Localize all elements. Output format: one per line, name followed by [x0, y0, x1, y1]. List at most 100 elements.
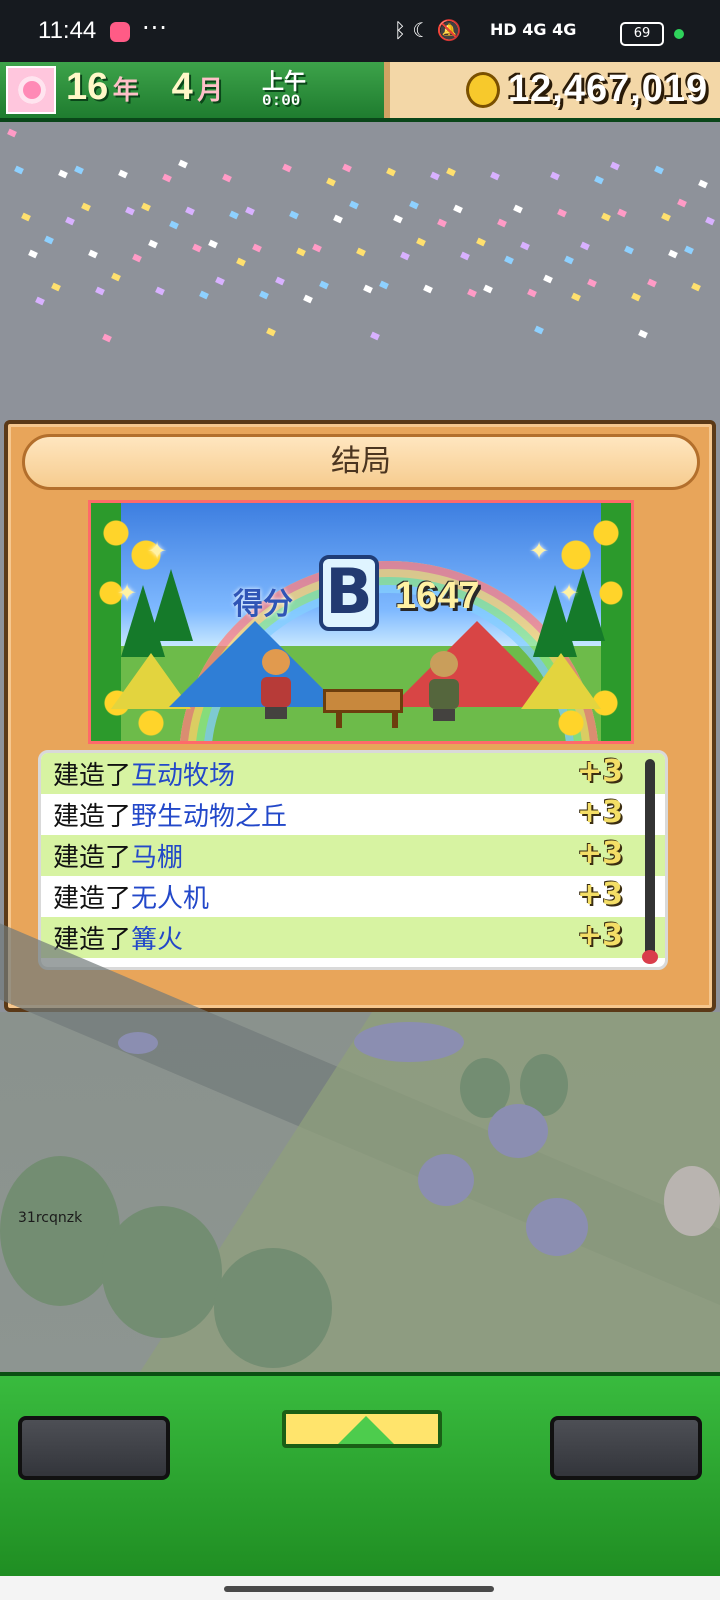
- year-unit: 年: [112, 75, 139, 105]
- picnic-table: [323, 689, 403, 728]
- confetti-piece: [148, 239, 158, 249]
- gesture-bar: [0, 1576, 720, 1600]
- confetti-piece: [430, 171, 440, 181]
- confetti-piece: [504, 255, 514, 265]
- money-amount: 12,467,019: [508, 68, 709, 110]
- confetti-piece: [564, 255, 574, 265]
- system-icons: ᛒ ☾ 🔕: [394, 18, 462, 42]
- confetti-piece: [155, 286, 165, 296]
- confetti-piece: [446, 167, 456, 177]
- list-item: 建造了 篝火 +3: [41, 917, 665, 958]
- confetti-piece: [483, 284, 493, 294]
- grade-badge: B: [319, 555, 379, 631]
- confetti-piece: [497, 218, 507, 228]
- confetti-piece: [81, 202, 91, 212]
- confetti-piece: [111, 272, 121, 282]
- scrollbar-thumb[interactable]: [642, 950, 658, 964]
- flower-icon: [18, 76, 46, 104]
- confetti-piece: [677, 198, 687, 208]
- confetti-piece: [580, 241, 590, 251]
- confetti-piece: [178, 159, 188, 169]
- confetti-piece: [215, 276, 225, 286]
- flowering-tree: [488, 1104, 548, 1158]
- confetti-piece: [691, 282, 701, 292]
- item-target: 篝火: [131, 925, 184, 955]
- achievement-list[interactable]: 建造了 互动牧场 +3 建造了 野生动物之丘 +3 建造了 马棚 +3 建造了 无人机 …: [38, 750, 668, 970]
- blue-tent: [169, 621, 341, 707]
- confetti-piece: [356, 247, 366, 257]
- item-target: 互动牧场: [131, 761, 236, 791]
- confetti-piece: [208, 239, 218, 249]
- sparkle-icon: ✦: [117, 579, 138, 607]
- confetti-piece: [550, 171, 560, 181]
- confetti-piece: [319, 280, 329, 290]
- more-notifications-icon: ···: [142, 14, 168, 42]
- sparkle-icon: ✦: [529, 537, 550, 565]
- close-dialog-button[interactable]: [282, 1410, 442, 1448]
- right-control-button[interactable]: [550, 1416, 702, 1480]
- confetti-piece: [437, 218, 447, 228]
- confetti-piece: [252, 243, 262, 253]
- confetti-piece: [88, 249, 98, 259]
- network-indicator: HD 4G 4G: [490, 20, 577, 39]
- money-panel: 12,467,019: [384, 62, 720, 118]
- season-portrait-icon[interactable]: [6, 66, 56, 114]
- confetti-piece: [370, 331, 380, 341]
- confetti-piece: [289, 210, 299, 220]
- confetti-piece: [125, 206, 135, 216]
- confetti-piece: [571, 292, 581, 302]
- confetti-piece: [58, 169, 68, 179]
- list-scrollbar[interactable]: [642, 759, 658, 964]
- character-boy: [259, 649, 293, 721]
- confetti-piece: [601, 212, 611, 222]
- confetti-piece: [44, 235, 54, 245]
- game-clock: 0:00: [262, 92, 301, 110]
- watermark-text: 31rcqnzk: [18, 1210, 83, 1226]
- score-label: 得分: [233, 587, 293, 622]
- list-item: 建造了 互动牧场 +3: [41, 753, 665, 794]
- tree: [214, 1248, 332, 1368]
- confetti-piece: [35, 296, 45, 306]
- confetti-piece: [617, 208, 627, 218]
- confetti-piece: [296, 247, 306, 257]
- confetti-piece: [534, 325, 544, 335]
- item-target: 无人机: [131, 884, 210, 914]
- confetti-piece: [698, 179, 708, 189]
- left-control-button[interactable]: [18, 1416, 170, 1480]
- sparkle-icon: ✦: [147, 537, 168, 565]
- confetti-piece: [342, 163, 352, 173]
- confetti-piece: [7, 128, 17, 138]
- flowering-tree: [526, 1198, 588, 1256]
- confetti-piece: [74, 165, 84, 175]
- item-target: 马棚: [131, 843, 184, 873]
- gold-coin-icon: [466, 72, 500, 108]
- confetti-piece: [647, 278, 657, 288]
- confetti-piece: [513, 204, 523, 214]
- confetti-piece: [423, 284, 433, 294]
- confetti-piece: [668, 249, 678, 259]
- confetti-piece: [654, 165, 664, 175]
- confetti-piece: [95, 286, 105, 296]
- home-indicator: [224, 1586, 494, 1592]
- confetti-piece: [400, 251, 410, 261]
- confetti-piece: [460, 251, 470, 261]
- confetti-piece: [527, 288, 537, 298]
- confetti-piece: [185, 206, 195, 216]
- battery-icon: 69: [620, 22, 664, 46]
- item-points: +3: [576, 918, 623, 953]
- tree: [102, 1206, 222, 1338]
- confetti-piece: [21, 212, 31, 222]
- item-prefix: 建造了: [53, 843, 132, 873]
- flower-bed: [118, 1032, 158, 1054]
- confetti-piece: [118, 169, 128, 179]
- confetti-piece: [379, 280, 389, 290]
- confetti-piece: [453, 204, 463, 214]
- time-of-day: 上午 0:00: [262, 64, 322, 110]
- confetti-piece: [490, 171, 500, 181]
- item-points: +3: [576, 754, 623, 789]
- item-points: +3: [576, 795, 623, 830]
- confetti-piece: [393, 214, 403, 224]
- confetti-piece: [386, 167, 396, 177]
- month-unit: 月: [197, 75, 224, 105]
- confetti-piece: [409, 200, 419, 210]
